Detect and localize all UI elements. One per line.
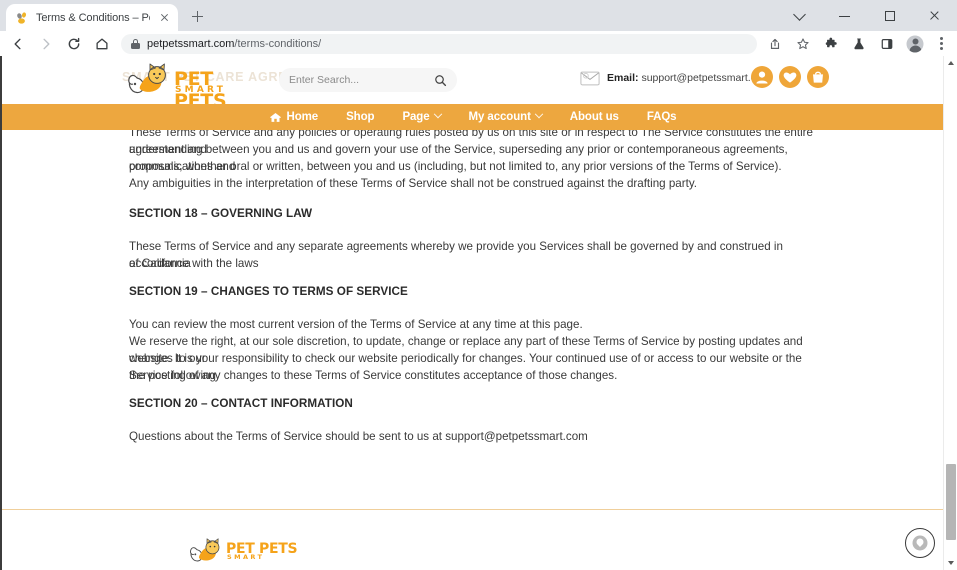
browser-toolbar: petpetssmart.com/terms-conditions/ bbox=[0, 31, 957, 56]
site-logo[interactable]: PET PETS SMART bbox=[126, 63, 261, 112]
section-20-body: Questions about the Terms of Service sho… bbox=[129, 430, 588, 443]
share-icon[interactable] bbox=[761, 31, 789, 56]
account-icon[interactable] bbox=[751, 66, 773, 88]
wishlist-heart-icon[interactable] bbox=[779, 66, 801, 88]
nav-label-page: Page bbox=[402, 111, 430, 123]
bookmark-star-icon[interactable] bbox=[789, 31, 817, 56]
footer-logo-tagline: SMART bbox=[227, 553, 265, 561]
search-icon bbox=[435, 74, 447, 86]
pet-pets-logo-icon bbox=[128, 63, 166, 94]
scrollbar-thumb[interactable] bbox=[946, 464, 956, 540]
home-button[interactable] bbox=[88, 31, 116, 56]
toolbar-right-actions bbox=[761, 31, 953, 56]
contact-email-block[interactable]: Email: support@petpetssmart.com bbox=[580, 70, 771, 86]
page-scrollbar[interactable] bbox=[943, 56, 957, 570]
widget-inner-icon bbox=[912, 535, 928, 551]
contact-email-text: Email: support@petpetssmart.com bbox=[607, 72, 771, 84]
site-security-lock-icon bbox=[131, 38, 140, 49]
nav-label-shop: Shop bbox=[346, 111, 375, 123]
scroll-up-arrow[interactable] bbox=[944, 56, 957, 70]
chevron-down-icon bbox=[534, 109, 544, 119]
site-header: SMART PET CARE AGREEMENT PET PETS SMART … bbox=[2, 56, 942, 112]
address-bar[interactable]: petpetssmart.com/terms-conditions/ bbox=[121, 33, 757, 54]
home-icon bbox=[269, 112, 281, 122]
tab-strip: Terms & Conditions – Petpetssm bbox=[0, 0, 957, 31]
ambiguities-paragraph: Any ambiguities in the interpretation of… bbox=[129, 177, 697, 190]
url-path: /terms-conditions/ bbox=[234, 37, 322, 50]
page-viewport: These Terms of Service and any policies … bbox=[0, 56, 957, 570]
browser-window: Terms & Conditions – Petpetssm bbox=[0, 0, 957, 570]
nav-label-about-us: About us bbox=[569, 111, 619, 123]
email-label: Email: bbox=[607, 72, 639, 84]
nav-item-faqs[interactable]: FAQs bbox=[647, 111, 677, 123]
back-button[interactable] bbox=[4, 31, 32, 56]
site-footer: PET PETS SMART Information Services Paym… bbox=[2, 510, 943, 570]
section-18-heading: SECTION 18 – GOVERNING LAW bbox=[129, 207, 313, 220]
scroll-assist-widget[interactable] bbox=[905, 528, 935, 558]
main-navigation: Home Shop Page My account About us FAQs bbox=[2, 104, 943, 130]
window-controls bbox=[777, 0, 957, 31]
labs-flask-icon[interactable] bbox=[845, 31, 873, 56]
cart-bag-icon[interactable] bbox=[807, 66, 829, 88]
address-bar-url: petpetssmart.com/terms-conditions/ bbox=[147, 38, 321, 50]
nav-item-page[interactable]: Page bbox=[402, 109, 442, 123]
logo-tagline: SMART bbox=[175, 85, 227, 95]
side-panel-icon[interactable] bbox=[873, 31, 901, 56]
pet-paw-favicon bbox=[15, 11, 29, 25]
nav-label-home: Home bbox=[286, 111, 319, 123]
section-19-paragraph-2-line3: the posting of any changes to these Term… bbox=[129, 369, 618, 382]
browser-tab-terms-conditions[interactable]: Terms & Conditions – Petpetssm bbox=[6, 4, 178, 31]
intro-paragraph-line3: proposals, whether oral or written, betw… bbox=[129, 160, 782, 173]
chevron-down-icon bbox=[433, 109, 442, 119]
extensions-puzzle-icon[interactable] bbox=[817, 31, 845, 56]
scroll-down-arrow[interactable] bbox=[944, 556, 957, 570]
section-18-body-line2: of California bbox=[129, 257, 191, 270]
three-dot-menu-icon[interactable] bbox=[929, 31, 953, 56]
nav-item-my-account[interactable]: My account bbox=[468, 109, 544, 123]
reload-button[interactable] bbox=[60, 31, 88, 56]
site-search-box[interactable] bbox=[279, 68, 457, 92]
tab-search-button[interactable] bbox=[777, 0, 822, 31]
minimize-button[interactable] bbox=[822, 0, 867, 31]
nav-item-shop[interactable]: Shop bbox=[346, 111, 374, 123]
page-left-edge bbox=[0, 56, 2, 570]
section-20-heading: SECTION 20 – CONTACT INFORMATION bbox=[129, 397, 353, 410]
nav-label-faqs: FAQs bbox=[646, 111, 677, 123]
nav-label-my-account: My account bbox=[468, 111, 531, 123]
section-19-heading: SECTION 19 – CHANGES TO TERMS OF SERVICE bbox=[129, 285, 408, 298]
url-domain: petpetssmart.com bbox=[147, 37, 235, 50]
header-action-icons bbox=[751, 66, 829, 88]
footer-logo[interactable]: PET PETS SMART bbox=[188, 538, 308, 568]
forward-button[interactable] bbox=[32, 31, 60, 56]
maximize-button[interactable] bbox=[867, 0, 912, 31]
nav-item-about-us[interactable]: About us bbox=[570, 111, 619, 123]
section-19-paragraph-1: You can review the most current version … bbox=[129, 318, 583, 331]
tab-close-icon[interactable] bbox=[157, 10, 172, 25]
tab-title: Terms & Conditions – Petpetssm bbox=[36, 11, 150, 24]
profile-avatar[interactable] bbox=[901, 31, 929, 56]
envelope-icon bbox=[580, 70, 600, 86]
close-window-button[interactable] bbox=[912, 0, 957, 31]
search-input[interactable] bbox=[289, 74, 434, 86]
nav-item-home[interactable]: Home bbox=[269, 111, 319, 124]
new-tab-button[interactable] bbox=[184, 3, 211, 30]
